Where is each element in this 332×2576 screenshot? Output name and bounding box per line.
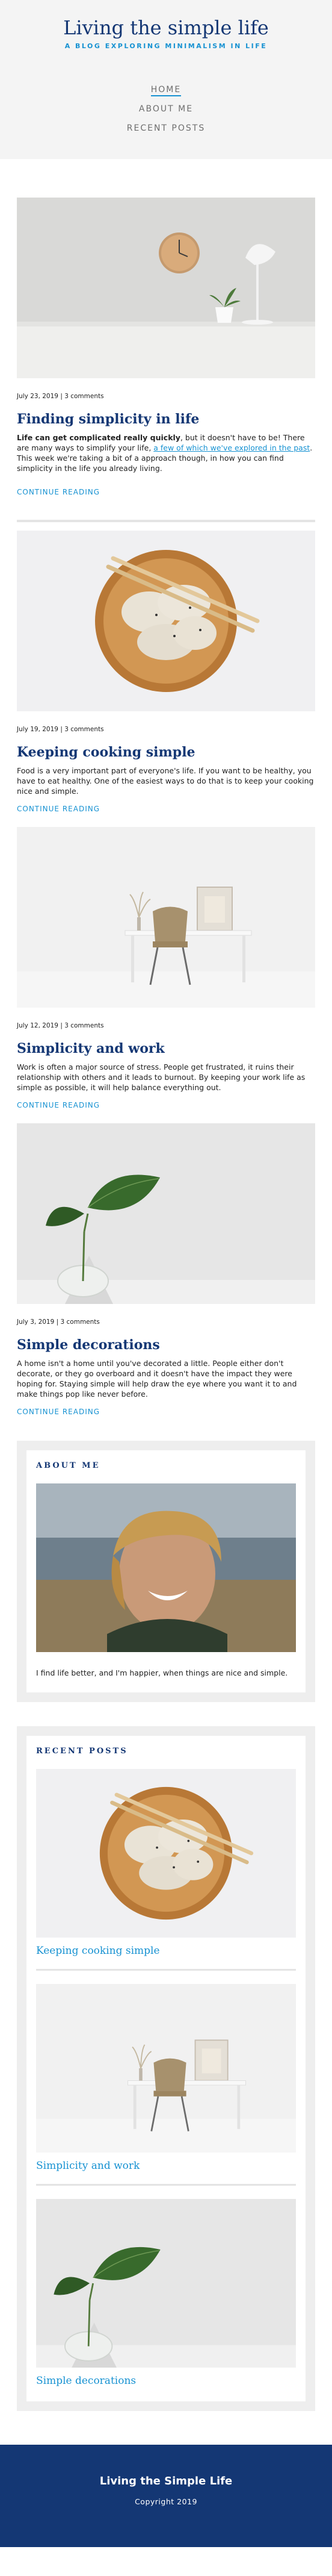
copyright-text: Copyright 2019 <box>135 2497 197 2506</box>
post-image[interactable] <box>17 531 315 711</box>
site-header: Living the simple life A BLOG EXPLORING … <box>0 0 332 159</box>
post-card: July 19, 2019 | 3 comments Keeping cooki… <box>17 522 315 814</box>
post-excerpt: Work is often a major source of stress. … <box>17 1062 306 1092</box>
post-title[interactable]: Keeping cooking simple <box>17 744 315 761</box>
nav-about-label: ABOUT ME <box>138 104 194 114</box>
post-excerpt: Life can get complicated really quickly,… <box>17 432 315 473</box>
nav-home-label: HOME <box>150 85 182 96</box>
nav-recent-label: RECENT POSTS <box>126 123 206 133</box>
post-title[interactable]: Simple decorations <box>17 1336 315 1353</box>
widget-title: RECENT POSTS <box>36 1747 128 1756</box>
about-widget-inner: ABOUT ME I find life better, and I'm hap… <box>17 1450 315 1692</box>
about-text: I find life better, and I'm happier, whe… <box>36 1668 288 1677</box>
post-title[interactable]: Simplicity and work <box>17 1040 315 1057</box>
post-card: July 12, 2019 | 3 comments Simplicity an… <box>17 814 315 1110</box>
about-widget: ABOUT ME I find life better, and I'm hap… <box>17 1441 315 1702</box>
recent-post-title[interactable]: Keeping cooking simple <box>36 1945 296 1957</box>
site-tagline: A BLOG EXPLORING MINIMALISM IN LIFE <box>64 42 268 50</box>
post-meta: July 12, 2019 | 3 comments <box>17 1022 104 1029</box>
recent-post-image[interactable] <box>36 1769 296 1938</box>
continue-reading-link[interactable]: CONTINUE READING <box>17 805 100 813</box>
continue-reading-link[interactable]: CONTINUE READING <box>17 488 100 496</box>
recent-divider <box>36 1969 296 1971</box>
recent-divider <box>36 2184 296 2186</box>
post-image[interactable] <box>17 1123 315 1304</box>
recent-post-item: Simple decorations <box>26 2198 306 2387</box>
post-image[interactable] <box>17 827 315 1008</box>
site-title[interactable]: Living the simple life <box>0 16 332 40</box>
continue-reading-link[interactable]: CONTINUE READING <box>17 1408 100 1416</box>
excerpt-bold: Life can get complicated really quickly <box>17 433 180 442</box>
nav-recent-link[interactable]: RECENT POSTS <box>0 119 332 138</box>
continue-reading-link[interactable]: CONTINUE READING <box>17 1101 100 1109</box>
post-image[interactable] <box>17 198 315 378</box>
nav-about-link[interactable]: ABOUT ME <box>0 99 332 119</box>
recent-post-title[interactable]: Simplicity and work <box>36 2160 296 2172</box>
post-meta: July 19, 2019 | 3 comments <box>17 726 104 733</box>
post-meta: July 3, 2019 | 3 comments <box>17 1318 100 1326</box>
recent-posts-widget: RECENT POSTS Keeping cooking simple Simp… <box>17 1726 315 2411</box>
post-excerpt: Food is a very important part of everyon… <box>17 766 314 796</box>
post-card: July 3, 2019 | 3 comments Simple decorat… <box>17 1110 315 1417</box>
excerpt-link[interactable]: a few of which we've explored in the pas… <box>153 443 310 452</box>
main-nav: HOME ABOUT ME RECENT POSTS <box>0 80 332 138</box>
main-content: July 23, 2019 | 3 comments Finding simpl… <box>0 159 332 2411</box>
recent-post-image[interactable] <box>26 2198 306 2369</box>
recent-post-title[interactable]: Simple decorations <box>36 2375 296 2387</box>
footer-title: Living the Simple Life <box>99 2475 233 2487</box>
nav-home-link[interactable]: HOME <box>0 80 332 99</box>
site-footer: Living the Simple Life Copyright 2019 <box>0 2445 332 2547</box>
post-excerpt: A home isn't a home until you've decorat… <box>17 1359 297 1399</box>
post-card: July 23, 2019 | 3 comments Finding simpl… <box>17 159 315 522</box>
about-portrait-image <box>17 1483 315 1652</box>
recent-post-image[interactable] <box>26 1983 306 2154</box>
recent-post-item: Keeping cooking simple <box>36 1769 296 1971</box>
post-title[interactable]: Finding simplicity in life <box>17 411 315 428</box>
widget-title: ABOUT ME <box>36 1461 100 1470</box>
post-meta: July 23, 2019 | 3 comments <box>17 393 104 400</box>
recent-widget-inner: RECENT POSTS Keeping cooking simple Simp… <box>26 1736 306 2401</box>
recent-post-item: Simplicity and work <box>26 1983 306 2186</box>
